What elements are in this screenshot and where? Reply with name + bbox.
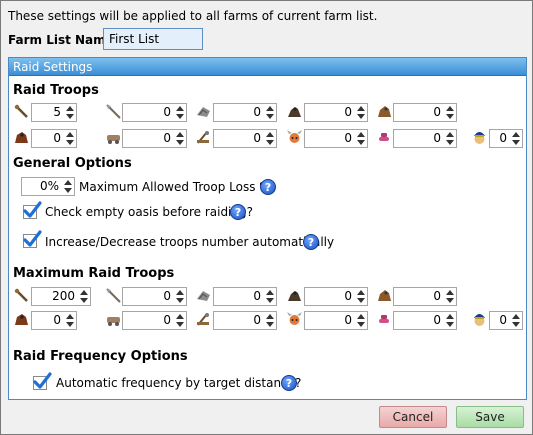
teutonic-knight-icon bbox=[13, 129, 30, 146]
max-troop-11-stepper[interactable]: 0 bbox=[489, 311, 523, 330]
auto-frequency-checkbox[interactable] bbox=[33, 372, 52, 390]
raid-troop-4-stepper[interactable]: 0 bbox=[304, 103, 368, 122]
auto-troops-checkbox[interactable] bbox=[23, 230, 42, 248]
raid-troop-8-stepper[interactable]: 0 bbox=[213, 129, 277, 148]
axeman-icon bbox=[195, 103, 212, 120]
farm-list-name-label: Farm List Name: bbox=[8, 33, 119, 47]
paladin-icon bbox=[376, 287, 393, 304]
save-button[interactable]: Save bbox=[456, 406, 524, 428]
scout-icon bbox=[286, 103, 303, 120]
checkmark-icon bbox=[23, 201, 42, 218]
raid-troops-title: Raid Troops bbox=[13, 83, 99, 98]
auto-frequency-label: Automatic frequency by target distance? bbox=[56, 376, 302, 390]
max-troop-1-stepper[interactable]: 200 bbox=[31, 287, 91, 306]
help-icon[interactable]: ? bbox=[230, 204, 246, 220]
axeman-icon bbox=[195, 287, 212, 304]
max-troop-10-stepper[interactable]: 0 bbox=[393, 311, 457, 330]
catapult-icon bbox=[195, 311, 212, 328]
raid-frequency-title: Raid Frequency Options bbox=[13, 349, 188, 364]
raid-troop-10-stepper[interactable]: 0 bbox=[393, 129, 457, 148]
max-troop-5-stepper[interactable]: 0 bbox=[393, 287, 457, 306]
check-oasis-label: Check empty oasis before raiding? bbox=[45, 205, 253, 219]
raid-settings-panel: Raid Settings Raid Troops 5 0 0 0 0 0 0 … bbox=[8, 57, 527, 400]
check-oasis-checkbox[interactable] bbox=[23, 201, 42, 219]
raid-troop-9-stepper[interactable]: 0 bbox=[304, 129, 368, 148]
raid-troop-3-stepper[interactable]: 0 bbox=[213, 103, 277, 122]
cancel-button[interactable]: Cancel bbox=[379, 406, 447, 428]
ram-icon bbox=[105, 311, 122, 328]
spearman-icon bbox=[105, 103, 122, 120]
raid-troop-7-stepper[interactable]: 0 bbox=[122, 129, 187, 148]
checkmark-icon bbox=[33, 372, 52, 389]
raid-troop-2-stepper[interactable]: 0 bbox=[122, 103, 187, 122]
raid-troop-1-stepper[interactable]: 5 bbox=[31, 103, 77, 122]
clubswinger-icon bbox=[13, 103, 30, 120]
farm-settings-window: These settings will be applied to all fa… bbox=[0, 0, 533, 435]
intro-text: These settings will be applied to all fa… bbox=[8, 9, 378, 23]
raid-settings-header: Raid Settings bbox=[9, 58, 526, 76]
troop-loss-stepper[interactable]: 0% bbox=[21, 177, 75, 196]
paladin-icon bbox=[376, 103, 393, 120]
clubswinger-icon bbox=[13, 287, 30, 304]
hero-icon bbox=[471, 311, 488, 328]
max-troop-4-stepper[interactable]: 0 bbox=[304, 287, 368, 306]
max-troop-7-stepper[interactable]: 0 bbox=[122, 311, 187, 330]
max-troop-8-stepper[interactable]: 0 bbox=[213, 311, 277, 330]
max-raid-troops-title: Maximum Raid Troops bbox=[13, 266, 175, 281]
raid-troop-5-stepper[interactable]: 0 bbox=[393, 103, 457, 122]
raid-troop-6-stepper[interactable]: 0 bbox=[31, 129, 77, 148]
catapult-icon bbox=[195, 129, 212, 146]
help-icon[interactable]: ? bbox=[303, 234, 319, 250]
ram-icon bbox=[105, 129, 122, 146]
max-troop-6-stepper[interactable]: 0 bbox=[31, 311, 77, 330]
troop-loss-label: Maximum Allowed Troop Loss % bbox=[79, 180, 271, 194]
max-troop-9-stepper[interactable]: 0 bbox=[304, 311, 368, 330]
settler-icon bbox=[376, 311, 393, 328]
scout-icon bbox=[286, 287, 303, 304]
auto-troops-label: Increase/Decrease troops number automati… bbox=[45, 235, 335, 249]
max-troop-3-stepper[interactable]: 0 bbox=[213, 287, 277, 306]
checkmark-icon bbox=[23, 230, 42, 247]
farm-list-name-input[interactable]: First List bbox=[103, 28, 203, 50]
hero-icon bbox=[471, 129, 488, 146]
chief-icon bbox=[286, 311, 303, 328]
max-troop-2-stepper[interactable]: 0 bbox=[122, 287, 187, 306]
help-icon[interactable]: ? bbox=[260, 179, 276, 195]
general-options-title: General Options bbox=[13, 156, 132, 171]
settler-icon bbox=[376, 129, 393, 146]
spearman-icon bbox=[105, 287, 122, 304]
teutonic-knight-icon bbox=[13, 311, 30, 328]
raid-troop-11-stepper[interactable]: 0 bbox=[489, 129, 523, 148]
help-icon[interactable]: ? bbox=[281, 375, 297, 391]
chief-icon bbox=[286, 129, 303, 146]
